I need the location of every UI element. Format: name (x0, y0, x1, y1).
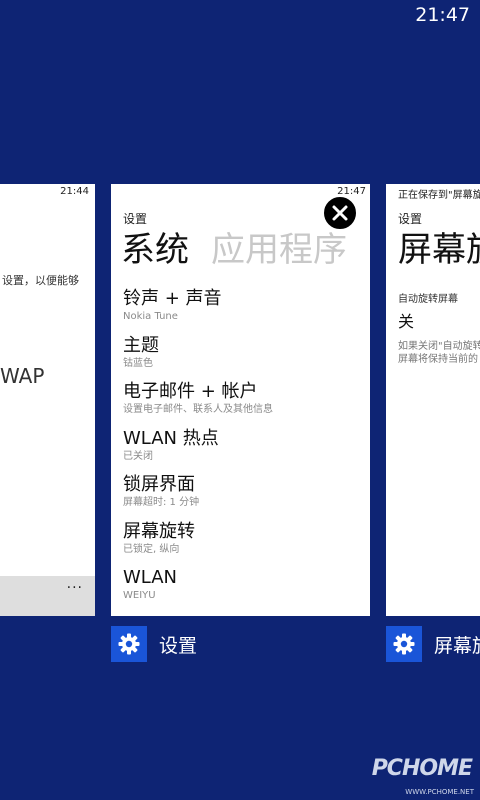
item-title: 屏幕旋转 (123, 520, 195, 542)
app-label-settings[interactable]: 设置 (111, 626, 197, 662)
item-subtitle: Nokia Tune (123, 311, 178, 322)
settings-item-rotation[interactable]: 屏幕旋转 已锁定, 纵向 (123, 521, 370, 568)
app-card-settings[interactable]: 21:47 设置 系统 应用程序 铃声 + 声音 Nokia Tune 主题 钴蓝… (111, 184, 370, 616)
setting-value[interactable]: 关 (398, 308, 414, 332)
settings-item-lockscreen[interactable]: 锁屏界面 屏幕超时: 1 分钟 (123, 474, 370, 521)
app-card-left[interactable]: 21:44 设置，以便能够 WAP ··· (0, 184, 95, 616)
card-text: 设置，以便能够 (2, 274, 79, 287)
page-breadcrumb: 设置 (123, 212, 148, 226)
page-breadcrumb: 设置 (398, 212, 423, 226)
settings-list: 铃声 + 声音 Nokia Tune 主题 钴蓝色 电子邮件 + 帐户 设置电子… (123, 288, 370, 614)
settings-app-tile (386, 626, 422, 662)
app-label-rotation[interactable]: 屏幕旋 (386, 626, 480, 662)
item-subtitle: 已关闭 (123, 450, 153, 462)
gear-icon (393, 633, 415, 655)
card-time: 21:44 (60, 186, 89, 197)
item-title: 主题 (123, 334, 159, 356)
item-title: 电子邮件 + 帐户 (123, 381, 258, 402)
more-icon[interactable]: ··· (67, 580, 83, 596)
watermark-text: PCHOME (371, 756, 473, 781)
item-subtitle: 屏幕超时: 1 分钟 (123, 497, 200, 508)
setting-description: 如果关闭"自动旋转 屏幕将保持当前的 (398, 340, 480, 366)
settings-item-email[interactable]: 电子邮件 + 帐户 设置电子邮件、联系人及其他信息 (123, 381, 370, 428)
settings-item-ringtones[interactable]: 铃声 + 声音 Nokia Tune (123, 288, 370, 335)
watermark-logo: PCHOME WWW.PCHOME.NET (372, 750, 478, 798)
settings-item-hotspot[interactable]: WLAN 热点 已关闭 (123, 428, 370, 475)
item-title: 锁屏界面 (123, 474, 195, 495)
settings-item-wlan[interactable]: WLAN WEIYU (123, 567, 370, 614)
description-line: 屏幕将保持当前的 (398, 354, 478, 365)
page-title: 屏幕旋 (398, 230, 480, 270)
settings-app-tile (111, 626, 147, 662)
item-subtitle: 设置电子邮件、联系人及其他信息 (123, 404, 273, 415)
watermark-url: WWW.PCHOME.NET (405, 788, 474, 796)
card-status: 正在保存到"屏幕旋 (398, 190, 480, 201)
pivot-item-apps[interactable]: 应用程序 (211, 230, 347, 270)
item-subtitle: 钴蓝色 (123, 357, 153, 369)
app-card-rotation[interactable]: 正在保存到"屏幕旋 设置 屏幕旋 自动旋转屏幕 关 如果关闭"自动旋转 屏幕将保… (386, 184, 480, 616)
item-title: WLAN (123, 567, 178, 588)
close-app-button[interactable] (322, 195, 358, 231)
item-subtitle: 已锁定, 纵向 (123, 543, 180, 555)
card-text: WAP (0, 364, 45, 388)
item-subtitle: WEIYU (123, 590, 156, 601)
pivot-item-system[interactable]: 系统 (121, 230, 189, 270)
app-name: 设置 (159, 634, 198, 657)
item-title: WLAN 热点 (123, 427, 219, 449)
settings-item-theme[interactable]: 主题 钴蓝色 (123, 335, 370, 382)
item-title: 铃声 + 声音 (123, 288, 222, 309)
pivot-header: 系统 应用程序 (121, 228, 347, 272)
close-icon (332, 205, 348, 221)
description-line: 如果关闭"自动旋转 (398, 341, 480, 352)
status-bar-time: 21:47 (415, 4, 470, 26)
app-bar: ··· (0, 576, 95, 616)
setting-label: 自动旋转屏幕 (398, 294, 458, 305)
app-name: 屏幕旋 (434, 634, 480, 657)
gear-icon (118, 633, 140, 655)
